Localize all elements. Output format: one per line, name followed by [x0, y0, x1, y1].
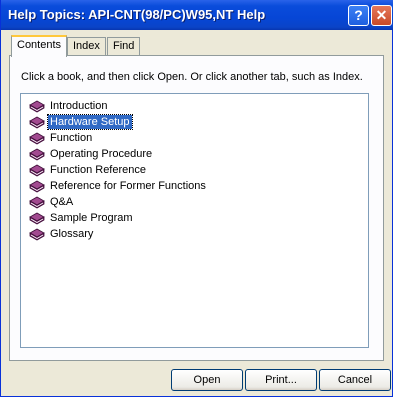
topic-label: Glossary	[50, 228, 94, 240]
title-bar[interactable]: Help Topics: API-CNT(98/PC)W95,NT Help ?…	[1, 0, 393, 30]
window-title: Help Topics: API-CNT(98/PC)W95,NT Help	[8, 7, 266, 22]
open-button-label: Open	[193, 374, 221, 386]
book-icon	[29, 100, 45, 112]
print-button-label: Print...	[265, 374, 297, 386]
cancel-button[interactable]: Cancel	[319, 369, 391, 391]
help-button[interactable]: ?	[348, 5, 369, 26]
book-icon	[29, 164, 45, 176]
book-icon	[29, 116, 45, 128]
book-icon	[29, 212, 45, 224]
topics-tree[interactable]: Introduction Hardware Setup Function Ope…	[20, 93, 369, 348]
topic-label: Function	[50, 132, 93, 144]
tab-contents[interactable]: Contents	[11, 35, 68, 57]
topic-item[interactable]: Reference for Former Functions	[29, 178, 208, 194]
tab-index[interactable]: Index	[67, 37, 106, 55]
topic-label: Function Reference	[50, 164, 146, 176]
cancel-button-label: Cancel	[337, 374, 373, 386]
topic-item[interactable]: Q&A	[29, 194, 75, 210]
tab-label: Find	[113, 40, 135, 52]
topic-item[interactable]: Operating Procedure	[29, 146, 154, 162]
book-icon	[29, 180, 45, 192]
open-button[interactable]: Open	[171, 369, 243, 391]
tab-label: Index	[73, 40, 100, 52]
contents-panel: Click a book, and then click Open. Or cl…	[9, 55, 384, 361]
topic-label: Sample Program	[50, 212, 133, 224]
book-icon	[29, 132, 45, 144]
topic-label: Reference for Former Functions	[50, 180, 206, 192]
topic-label: Operating Procedure	[50, 148, 153, 160]
topic-item[interactable]: Function	[29, 130, 94, 146]
close-button[interactable]: ✕	[371, 5, 392, 26]
topic-label: Hardware Setup	[47, 114, 133, 130]
topic-label: Introduction	[50, 100, 108, 112]
book-icon	[29, 196, 45, 208]
book-icon	[29, 228, 45, 240]
close-icon: ✕	[375, 7, 388, 23]
question-mark-icon: ?	[354, 7, 363, 23]
tab-label: Contents	[17, 39, 62, 51]
book-icon	[29, 148, 45, 160]
topic-item[interactable]: Sample Program	[29, 210, 135, 226]
print-button[interactable]: Print...	[245, 369, 317, 391]
instruction-text: Click a book, and then click Open. Or cl…	[21, 71, 363, 83]
topic-item[interactable]: Introduction	[29, 98, 109, 114]
topic-label: Q&A	[50, 196, 74, 208]
help-topics-window: Help Topics: API-CNT(98/PC)W95,NT Help ?…	[0, 0, 393, 397]
topic-item[interactable]: Function Reference	[29, 162, 148, 178]
tab-find[interactable]: Find	[107, 37, 141, 55]
topic-item-selected[interactable]: Hardware Setup	[29, 114, 133, 130]
topic-item[interactable]: Glossary	[29, 226, 95, 242]
